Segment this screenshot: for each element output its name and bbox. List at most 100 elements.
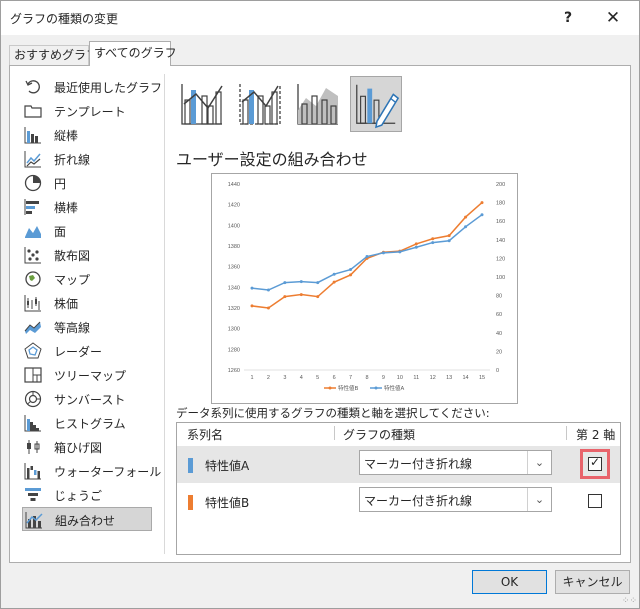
chart-type-dropdown[interactable]: マーカー付き折れ線 ⌄ <box>359 450 552 475</box>
sidebar-item-recent[interactable]: 最近使用したグラフ <box>22 75 162 99</box>
legend-label: 特性値A <box>384 384 405 392</box>
series-row: 特性値A マーカー付き折れ線 ⌄ ✓ <box>177 446 620 483</box>
waterfall-chart-icon <box>24 463 41 480</box>
data-point <box>332 272 336 276</box>
data-point <box>480 201 484 205</box>
stacked-area-column-icon <box>297 84 338 125</box>
sidebar-item-column[interactable]: 縦棒 <box>22 123 152 147</box>
x-tick-label: 3 <box>283 375 286 381</box>
x-tick-label: 4 <box>300 375 303 381</box>
y-tick-label: 1300 <box>228 327 240 333</box>
sidebar-item-surface[interactable]: 等高線 <box>22 315 152 339</box>
y-tick-label: 1380 <box>228 244 240 250</box>
line-chart-icon <box>24 151 41 168</box>
sidebar-item-scatter[interactable]: 散布図 <box>22 243 152 267</box>
y2-tick-label: 20 <box>496 349 502 355</box>
series-name: 特性値A <box>205 459 250 473</box>
sidebar-item-treemap[interactable]: ツリーマップ <box>22 363 152 387</box>
y-tick-label: 1340 <box>228 285 240 291</box>
sidebar-item-templates[interactable]: テンプレート <box>22 99 152 123</box>
tab-recommended-charts[interactable]: おすすめグラフ <box>9 45 98 65</box>
y-tick-label: 1280 <box>228 347 240 353</box>
title-bar: グラフの種類の変更 ? ✕ <box>1 1 639 35</box>
cancel-button[interactable]: キャンセル <box>555 570 630 594</box>
data-point <box>414 245 418 249</box>
series-color-swatch <box>188 495 193 510</box>
surface-chart-icon <box>24 321 41 334</box>
data-point <box>283 295 287 299</box>
sidebar-item-waterfall[interactable]: ウォーターフォール <box>22 459 161 483</box>
sidebar-item-map[interactable]: マップ <box>22 267 152 291</box>
y2-tick-label: 0 <box>496 368 499 374</box>
y2-tick-label: 200 <box>496 182 505 188</box>
x-tick-label: 13 <box>446 375 452 381</box>
header-divider <box>334 426 335 440</box>
data-point <box>299 293 303 297</box>
legend-marker <box>328 386 332 390</box>
series-color-swatch <box>188 458 193 473</box>
sidebar-item-box-whisker[interactable]: 箱ひげ図 <box>22 435 152 459</box>
x-tick-label: 2 <box>267 375 270 381</box>
chevron-down-icon[interactable]: ⌄ <box>527 451 551 474</box>
checkmark-icon: ✓ <box>590 455 601 469</box>
secondary-axis-checkbox[interactable]: ✓ <box>588 455 602 471</box>
help-button[interactable]: ? <box>555 5 581 31</box>
sidebar-label: ツリーマップ <box>54 369 127 383</box>
sidebar-label: サンバースト <box>54 393 126 407</box>
x-tick-label: 12 <box>430 375 436 381</box>
subtype-stacked-area-column[interactable] <box>292 76 344 132</box>
sidebar-item-combo[interactable]: 組み合わせ <box>22 507 152 531</box>
sidebar-item-area[interactable]: 面 <box>22 219 152 243</box>
y2-tick-label: 140 <box>496 238 505 244</box>
y2-tick-label: 80 <box>496 294 502 300</box>
sidebar-item-stock[interactable]: 株価 <box>22 291 152 315</box>
dialog-title: グラフの種類の変更 <box>10 12 119 26</box>
sidebar-item-line[interactable]: 折れ線 <box>22 147 152 171</box>
tab-all-charts[interactable]: すべてのグラフ <box>89 41 177 66</box>
sidebar-item-funnel[interactable]: じょうご <box>22 483 152 507</box>
sidebar-label: 横棒 <box>54 201 79 215</box>
stock-chart-icon <box>24 295 41 312</box>
clustered-column-line-secondary-icon <box>239 84 281 125</box>
y-tick-label: 1260 <box>228 368 240 374</box>
sidebar-item-bar[interactable]: 横棒 <box>22 195 152 219</box>
subtype-clustered-column-line-secondary[interactable] <box>234 76 286 132</box>
data-point <box>464 225 468 229</box>
subtype-custom-combination[interactable] <box>350 76 402 132</box>
sidebar-item-histogram[interactable]: ヒストグラム <box>22 411 152 435</box>
instruction-text: データ系列に使用するグラフの種類と軸を選択してください: <box>176 406 490 420</box>
combo-chart-icon <box>25 512 43 529</box>
sidebar-item-sunburst[interactable]: サンバースト <box>22 387 152 411</box>
ok-button[interactable]: OK <box>472 570 547 594</box>
secondary-axis-checkbox[interactable] <box>588 494 602 508</box>
sidebar-item-pie[interactable]: 円 <box>22 171 152 195</box>
subtype-clustered-column-line[interactable] <box>176 76 228 132</box>
sidebar-label: 等高線 <box>54 321 91 335</box>
resize-grip-icon[interactable]: ⁘⁘ <box>622 597 637 606</box>
sidebar-label: 箱ひげ図 <box>54 441 103 455</box>
y2-tick-label: 160 <box>496 219 505 225</box>
recent-icon <box>25 80 40 94</box>
pie-chart-icon <box>24 174 42 192</box>
data-point <box>299 280 303 284</box>
y2-tick-label: 40 <box>496 331 502 337</box>
chart-type-dropdown[interactable]: マーカー付き折れ線 ⌄ <box>359 487 552 512</box>
close-button[interactable]: ✕ <box>599 5 627 31</box>
x-tick-label: 7 <box>349 375 352 381</box>
histogram-chart-icon <box>24 415 41 432</box>
y-tick-label: 1440 <box>228 182 240 188</box>
header-divider <box>566 426 567 440</box>
x-tick-label: 10 <box>397 375 403 381</box>
data-point <box>316 295 320 299</box>
section-title: ユーザー設定の組み合わせ <box>176 150 368 169</box>
series-line <box>251 214 483 291</box>
y2-tick-label: 100 <box>496 275 505 281</box>
legend-marker <box>374 386 378 390</box>
bar-chart-icon <box>24 199 39 215</box>
data-point <box>365 255 369 259</box>
sidebar-item-radar[interactable]: レーダー <box>22 339 152 363</box>
chevron-down-icon[interactable]: ⌄ <box>527 488 551 511</box>
chart-preview: 1260 1280 1300 1320 1340 1360 1380 1400 1420 1440… <box>211 173 518 404</box>
header-series-name: 系列名 <box>187 428 224 442</box>
folder-icon <box>24 105 42 118</box>
